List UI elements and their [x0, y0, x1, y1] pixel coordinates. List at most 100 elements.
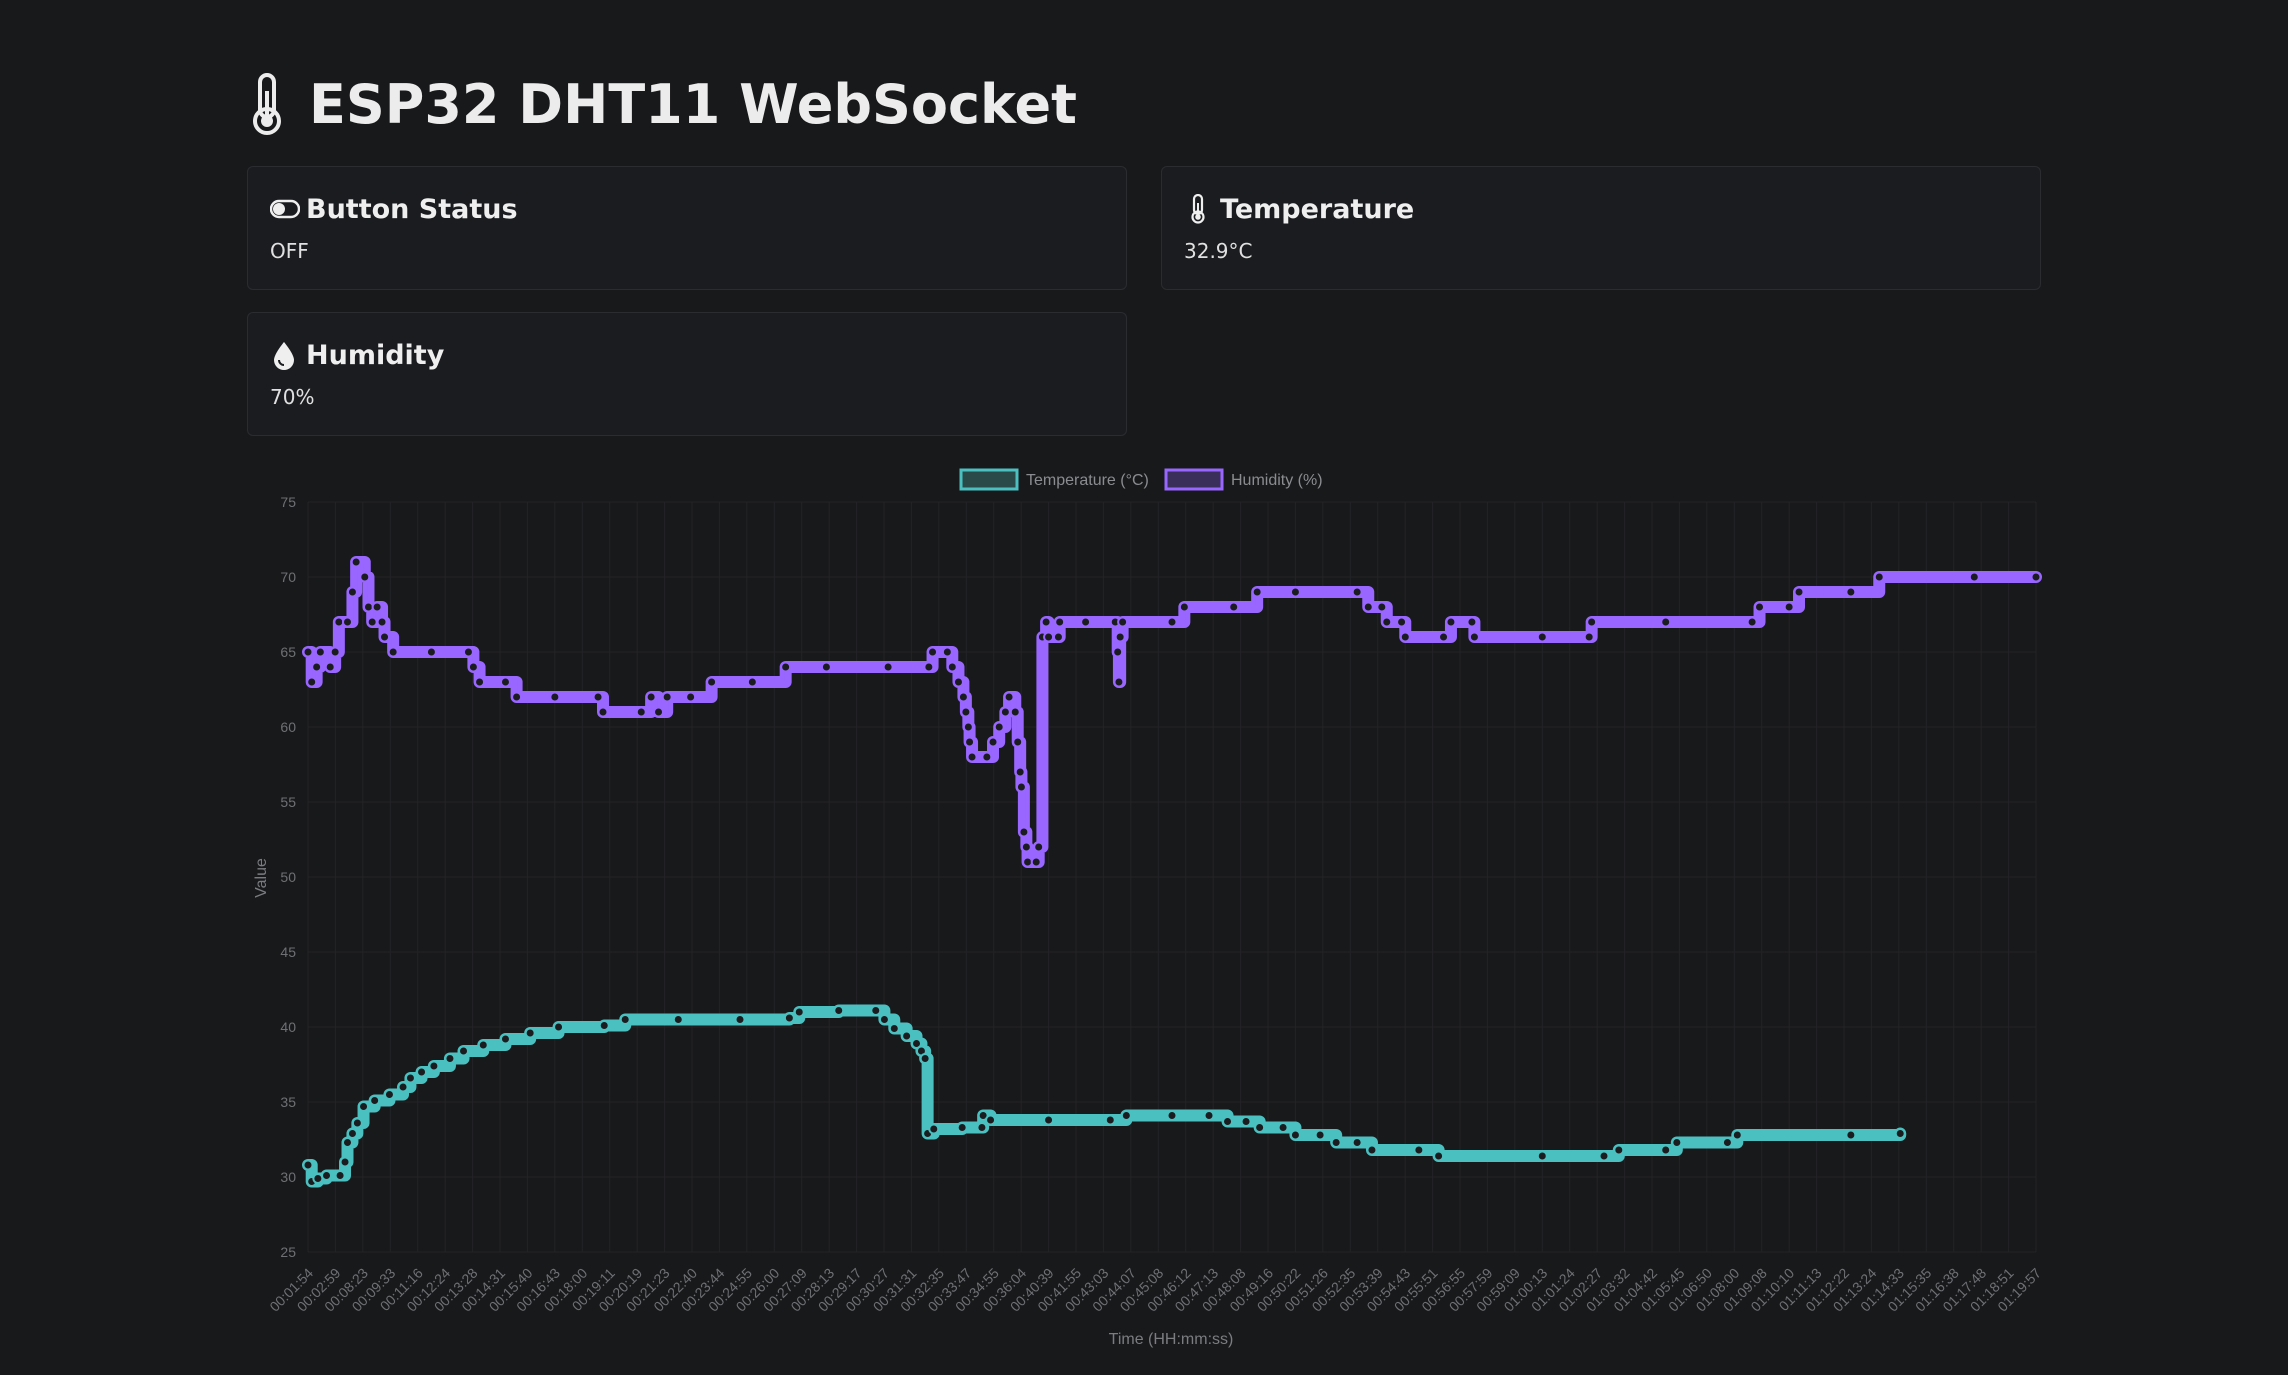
data-point: [882, 661, 894, 673]
data-point: [870, 1005, 882, 1016]
data-point: [783, 1012, 795, 1024]
data-point: [888, 1023, 900, 1034]
data-point: [379, 631, 391, 643]
data-point: [334, 1170, 346, 1181]
data-point: [1366, 1144, 1378, 1156]
y-tick-label: 65: [280, 644, 296, 660]
data-point: [901, 1030, 913, 1042]
data-point: [1351, 586, 1363, 598]
data-point: [387, 646, 399, 658]
data-point: [499, 676, 511, 688]
data-point: [1030, 856, 1042, 868]
data-point: [1873, 571, 1885, 583]
y-tick-label: 30: [280, 1169, 296, 1185]
data-point: [444, 1053, 456, 1064]
legend-item-temperature[interactable]: Temperature (°C): [959, 468, 1149, 491]
data-point: [1314, 1129, 1326, 1141]
data-point: [311, 661, 323, 673]
data-point: [981, 751, 993, 763]
data-point: [397, 1081, 409, 1093]
data-point: [2030, 571, 2042, 583]
data-point: [1598, 1150, 1610, 1162]
legend-swatch: [959, 468, 1019, 491]
data-point: [1112, 646, 1124, 658]
data-point: [371, 601, 383, 613]
data-point: [1043, 631, 1055, 643]
data-point: [404, 1072, 416, 1084]
data-point: [1166, 1110, 1178, 1121]
data-point: [706, 676, 718, 688]
data-point: [645, 691, 657, 703]
data-point: [1117, 616, 1129, 628]
y-tick-label: 35: [280, 1094, 296, 1110]
data-point: [1586, 616, 1598, 628]
data-point: [428, 1060, 440, 1072]
data-point: [1536, 631, 1548, 643]
data-point: [1381, 616, 1393, 628]
data-point: [1413, 1144, 1425, 1156]
x-axis-title: Time (HH:mm:ss): [1109, 1331, 1234, 1348]
y-tick-label: 45: [280, 944, 296, 960]
data-point: [1783, 601, 1795, 613]
data-point: [1351, 1137, 1363, 1148]
data-point: [458, 1045, 470, 1057]
data-point: [1222, 1116, 1234, 1127]
data-point: [306, 676, 318, 688]
data-point: [474, 676, 486, 688]
chart-legend: Temperature (°C) Humidity (%): [959, 468, 1323, 491]
data-point: [1052, 631, 1064, 643]
data-point: [1277, 1122, 1289, 1133]
data-point: [339, 1156, 351, 1168]
data-point: [1054, 616, 1066, 628]
data-point: [1104, 1114, 1116, 1126]
data-point: [1289, 586, 1301, 598]
data-point: [1254, 1122, 1266, 1133]
data-point: [467, 661, 479, 673]
data-point: [549, 691, 561, 703]
data-point: [1399, 631, 1411, 643]
data-point: [780, 661, 792, 673]
data-point: [1033, 841, 1045, 853]
data-point: [369, 1095, 381, 1106]
data-point: [324, 661, 336, 673]
data-point: [511, 691, 523, 703]
data-point: [672, 1014, 684, 1025]
data-point: [376, 616, 388, 628]
data-point: [1466, 616, 1478, 628]
y-tick-label: 70: [280, 569, 296, 585]
data-point: [878, 1014, 890, 1025]
data-point: [820, 661, 832, 673]
data-point: [598, 1020, 610, 1031]
data-point: [425, 646, 437, 658]
humidity-series-core: [308, 560, 2036, 864]
data-point: [1438, 631, 1450, 643]
data-point: [346, 586, 358, 598]
data-point: [734, 1014, 746, 1025]
legend-item-humidity[interactable]: Humidity (%): [1164, 468, 1323, 491]
data-point: [1536, 1150, 1548, 1162]
data-point: [962, 721, 974, 733]
data-point: [553, 1021, 565, 1033]
data-point: [1240, 1116, 1252, 1127]
data-point: [1731, 1129, 1743, 1141]
data-point: [341, 616, 353, 628]
data-point: [1120, 1110, 1132, 1121]
data-point: [1018, 826, 1030, 838]
y-tick-label: 60: [280, 719, 296, 735]
data-point: [987, 736, 999, 748]
data-point: [383, 1089, 395, 1100]
y-tick-label: 25: [280, 1244, 296, 1260]
data-point: [619, 1014, 631, 1025]
data-point: [1015, 781, 1027, 793]
data-point: [366, 616, 378, 628]
data-point: [321, 1170, 333, 1181]
data-point: [462, 646, 474, 658]
data-point: [597, 706, 609, 718]
data-point: [1613, 1144, 1625, 1156]
x-axis: 00:01:5400:02:5900:08:2300:09:3300:11:16…: [266, 1265, 2044, 1315]
y-tick-label: 40: [280, 1019, 296, 1035]
data-point: [1251, 586, 1263, 598]
data-point: [993, 721, 1005, 733]
data-point: [359, 571, 371, 583]
data-point: [329, 646, 341, 658]
